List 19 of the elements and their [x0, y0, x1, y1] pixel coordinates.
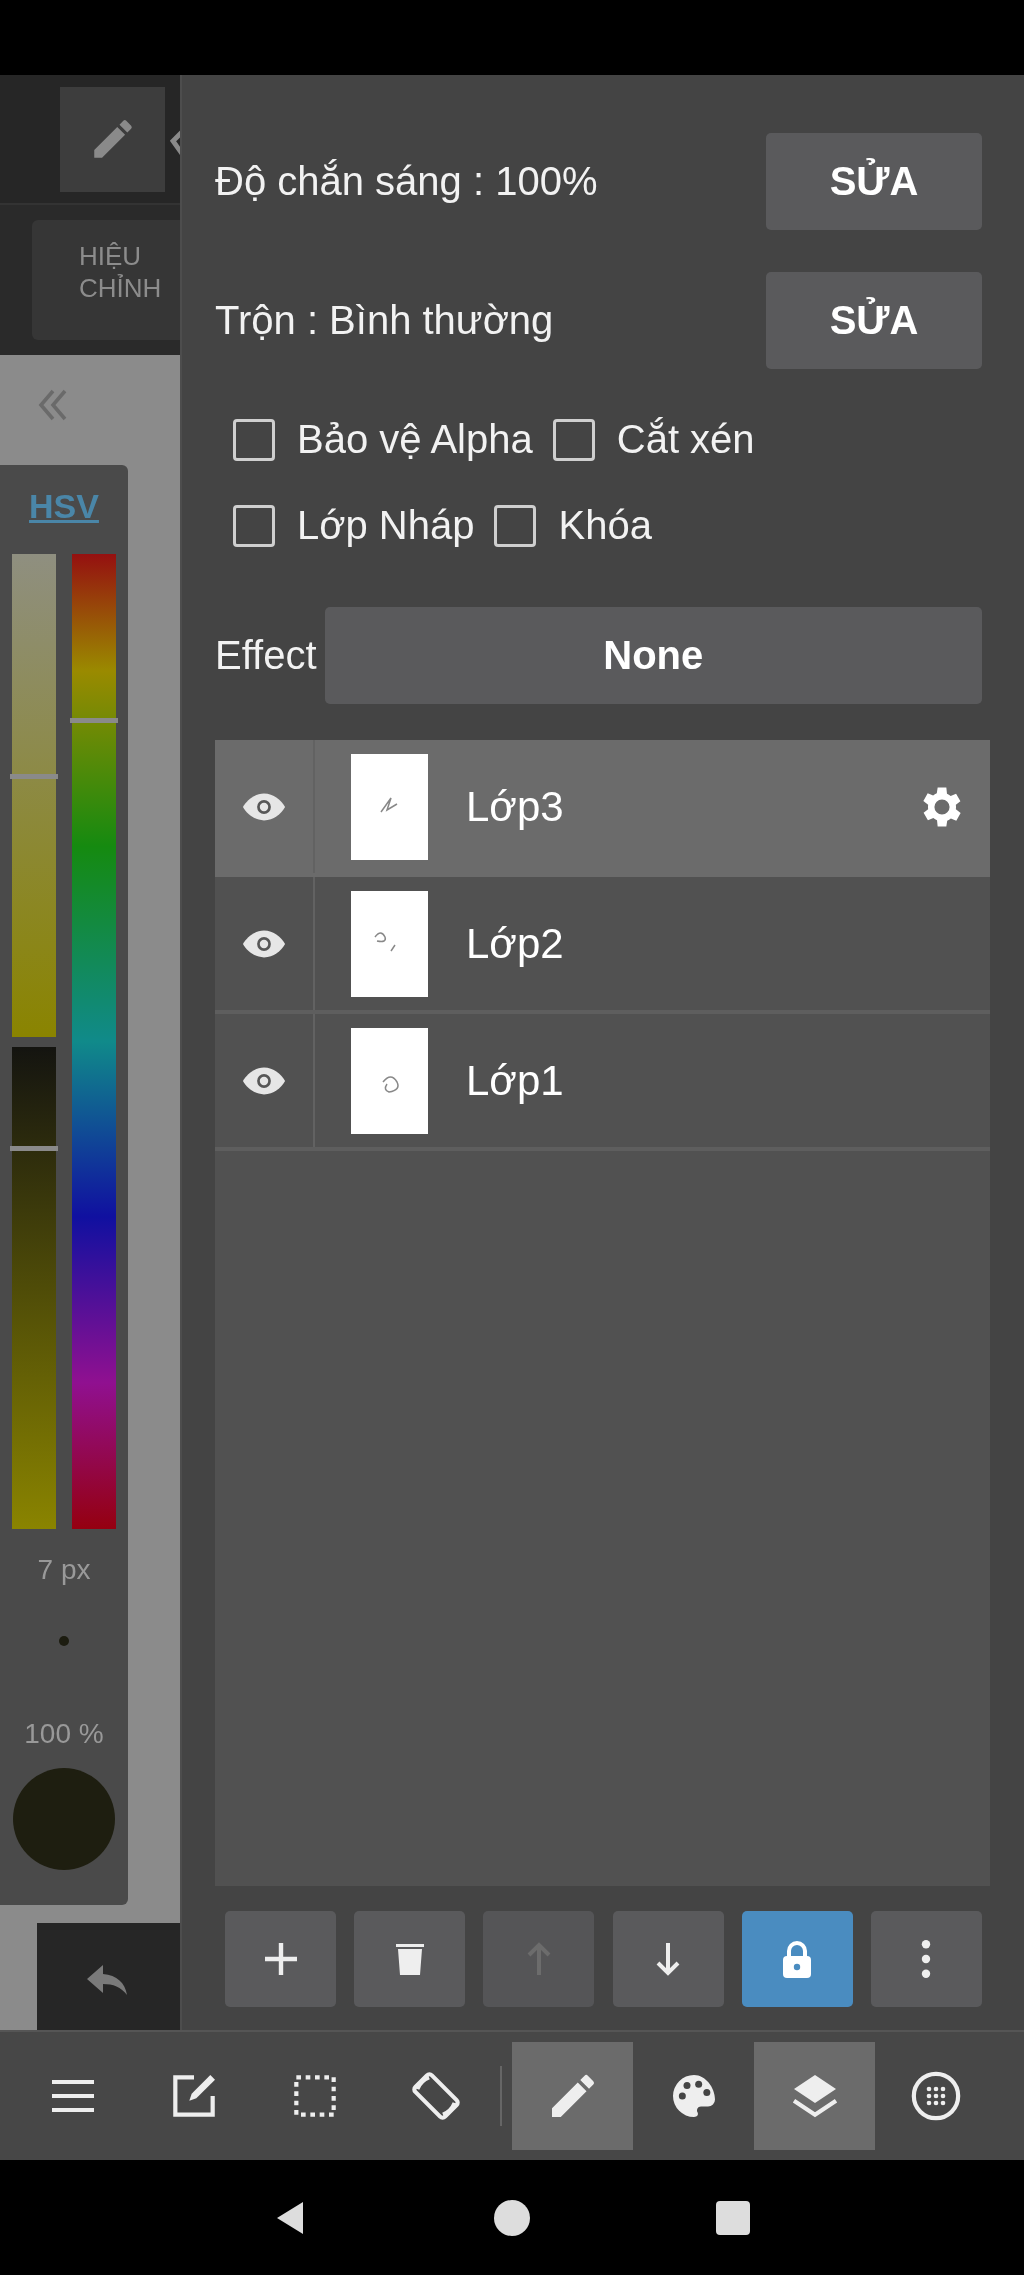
effect-label: Effect [215, 633, 317, 678]
layer-name: Lớp3 [466, 782, 565, 831]
layer-row[interactable]: Lớp3 [215, 740, 990, 877]
brush-opacity: 100 % [24, 1718, 104, 1750]
effect-dropdown[interactable]: None [324, 607, 982, 704]
adjust-button[interactable]: HIỆU CHỈNH [32, 220, 180, 340]
brush-size: 7 px [37, 1554, 91, 1586]
blend-label: Trộn : Bình thường [215, 298, 554, 343]
edit-blend-button[interactable]: SỬA [766, 272, 982, 369]
layer-name: Lớp2 [466, 919, 565, 968]
opacity-label: Độ chắn sáng : 100% [215, 159, 598, 204]
layer-name: Lớp1 [466, 1056, 565, 1105]
layer-row[interactable]: Lớp1 [215, 1014, 990, 1151]
edit-opacity-button[interactable]: SỬA [766, 133, 982, 230]
layer-row[interactable]: Lớp2 [215, 877, 990, 1014]
option-label: Cắt xén [616, 417, 755, 462]
option-label: Bảo vệ Alpha [297, 417, 533, 462]
option-label: Lớp Nháp [297, 503, 475, 548]
option-label: Khóa [558, 503, 652, 548]
